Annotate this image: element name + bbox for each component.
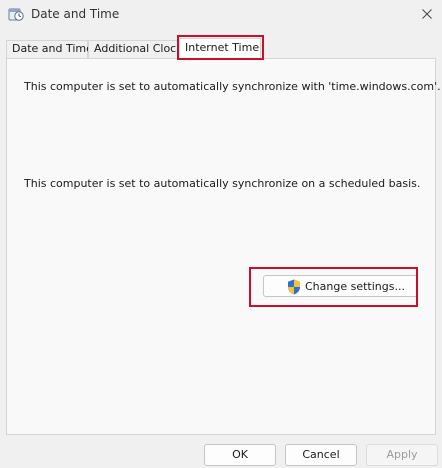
sync-schedule-text: This computer is set to automatically sy… bbox=[24, 177, 421, 190]
date-time-icon bbox=[8, 8, 24, 21]
window-title: Date and Time bbox=[31, 7, 120, 21]
tab-date-and-time[interactable]: Date and Time bbox=[6, 40, 93, 58]
tab-additional-clocks[interactable]: Additional Clocks bbox=[88, 40, 188, 58]
cancel-button[interactable]: Cancel bbox=[285, 444, 357, 466]
dialog-footer: OK Cancel Apply bbox=[0, 436, 442, 468]
tab-strip: Date and Time Additional Clocks Internet… bbox=[6, 38, 436, 59]
internet-time-panel: This computer is set to automatically sy… bbox=[6, 58, 441, 435]
close-icon bbox=[422, 9, 432, 19]
change-settings-button[interactable]: Change settings... bbox=[263, 275, 418, 297]
sync-server-text: This computer is set to automatically sy… bbox=[24, 80, 441, 93]
ok-button[interactable]: OK bbox=[204, 444, 276, 466]
date-and-time-dialog: Date and Time Date and Time Additional C… bbox=[0, 0, 442, 468]
apply-button[interactable]: Apply bbox=[366, 444, 438, 466]
close-button[interactable] bbox=[412, 0, 442, 28]
change-settings-label: Change settings... bbox=[305, 280, 405, 293]
title-bar: Date and Time bbox=[0, 0, 442, 30]
tab-internet-time[interactable]: Internet Time bbox=[179, 38, 261, 59]
uac-shield-icon bbox=[288, 279, 300, 295]
